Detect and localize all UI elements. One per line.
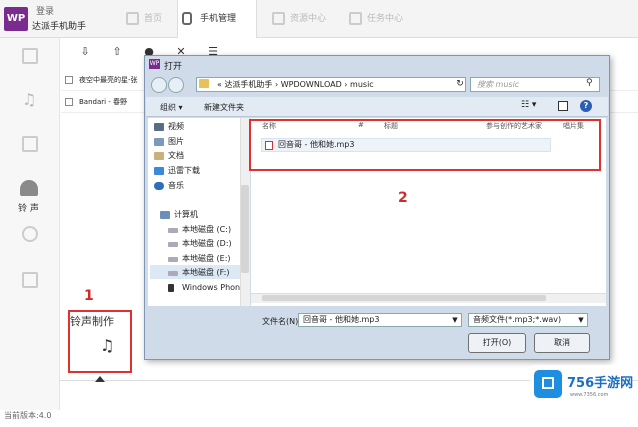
drive-icon: [168, 271, 178, 276]
annotation-2: 2: [398, 190, 408, 206]
forward-button[interactable]: [168, 77, 184, 93]
phone-icon: [182, 12, 192, 25]
ringtone-maker-label: 铃声制作: [70, 315, 114, 328]
tree-item-documents[interactable]: 文档: [154, 151, 184, 161]
watermark-url: www.7356.com: [570, 392, 609, 398]
tree-item-drive-c[interactable]: 本地磁盘 (C:): [168, 225, 231, 235]
panel-pointer-icon: [95, 376, 105, 382]
dialog-app-icon: WP: [149, 59, 160, 69]
sidebar-files-icon[interactable]: [22, 272, 38, 288]
documents-folder-icon: [154, 152, 164, 160]
organize-button[interactable]: 组织 ▾: [160, 102, 183, 113]
preview-pane-icon[interactable]: [558, 101, 568, 111]
drive-icon: [168, 257, 178, 262]
back-button[interactable]: [151, 77, 167, 93]
nav-tab-home[interactable]: 首页: [122, 0, 182, 38]
annotation-box-2: [249, 119, 601, 171]
phone-icon: [168, 284, 174, 292]
pictures-folder-icon: [154, 138, 164, 146]
nav-tab-resources[interactable]: 资源中心: [268, 0, 338, 38]
sidebar-apps-icon[interactable]: [22, 48, 38, 64]
export-icon[interactable]: ⇧: [110, 46, 124, 58]
row-checkbox[interactable]: [65, 98, 73, 106]
app-logo: WP: [4, 7, 28, 31]
row-checkbox[interactable]: [65, 76, 73, 84]
nav-tab-tasks[interactable]: 任务中心: [345, 0, 415, 38]
tree-item-drive-d[interactable]: 本地磁盘 (D:): [168, 239, 232, 249]
download-folder-icon: [154, 167, 164, 175]
resource-icon: [272, 12, 285, 25]
tree-scrollbar-thumb[interactable]: [241, 185, 249, 273]
tree-item-xunlei[interactable]: 迅雷下载: [154, 166, 200, 176]
new-folder-button[interactable]: 新建文件夹: [204, 102, 244, 113]
tree-item-windows-phone[interactable]: Windows Phone: [168, 283, 245, 293]
filename-label: 文件名(N):: [262, 317, 301, 326]
nav-tab-phone-manage[interactable]: 手机管理: [177, 0, 257, 39]
filetype-select[interactable]: 音频文件(*.mp3;*.wav): [468, 313, 588, 327]
refresh-icon[interactable]: ↻: [454, 77, 466, 92]
cube-icon: [542, 377, 554, 389]
search-icon[interactable]: ⚲: [586, 78, 593, 88]
filename-input[interactable]: 回音哥 - 他和她.mp3: [298, 313, 462, 327]
cancel-button[interactable]: 取消: [534, 333, 590, 353]
tree-item-music[interactable]: 音乐: [154, 181, 184, 191]
tasks-icon: [349, 12, 362, 25]
tree-item-pictures[interactable]: 图片: [154, 137, 184, 147]
sidebar-ringtone-icon[interactable]: [20, 180, 38, 196]
home-icon: [126, 12, 139, 25]
version-text: 当前版本:4.0: [4, 411, 52, 420]
sidebar-ringtone-label: 铃 声: [18, 204, 39, 214]
help-icon[interactable]: ?: [580, 100, 592, 112]
ringtone-maker-icon[interactable]: ♫: [100, 336, 114, 355]
annotation-1: 1: [84, 288, 94, 304]
address-bar[interactable]: « 达派手机助手 › WPDOWNLOAD › music: [196, 77, 466, 92]
tree-item-drive-e[interactable]: 本地磁盘 (E:): [168, 254, 231, 264]
login-link[interactable]: 登录: [36, 4, 54, 17]
file-list-scrollbar-thumb[interactable]: [262, 295, 546, 301]
sidebar-contacts-icon[interactable]: [22, 226, 38, 242]
view-options-icon[interactable]: ☷ ▾: [521, 100, 536, 110]
import-icon[interactable]: ⇩: [78, 46, 92, 58]
chevron-down-icon[interactable]: ▼: [574, 313, 588, 327]
video-folder-icon: [154, 123, 164, 131]
search-input[interactable]: 搜索 music: [470, 77, 600, 92]
sidebar-video-icon[interactable]: [22, 136, 38, 152]
dialog-title: 打开: [164, 62, 183, 72]
computer-icon: [160, 211, 170, 219]
watermark-text: 756手游网: [567, 376, 634, 391]
open-button[interactable]: 打开(O): [468, 333, 526, 353]
tree-item-videos[interactable]: 视频: [154, 122, 184, 132]
sidebar-music-icon[interactable]: ♫: [22, 90, 36, 109]
music-folder-icon: [154, 182, 164, 190]
app-name: 达派手机助手: [32, 22, 87, 32]
drive-icon: [168, 242, 178, 247]
chevron-down-icon[interactable]: ▼: [448, 313, 462, 327]
tree-item-drive-f[interactable]: 本地磁盘 (F:): [168, 268, 229, 278]
tree-item-computer[interactable]: 计算机: [160, 210, 198, 220]
back-forward-buttons: [151, 77, 185, 93]
folder-icon: [199, 79, 209, 88]
drive-icon: [168, 228, 178, 233]
